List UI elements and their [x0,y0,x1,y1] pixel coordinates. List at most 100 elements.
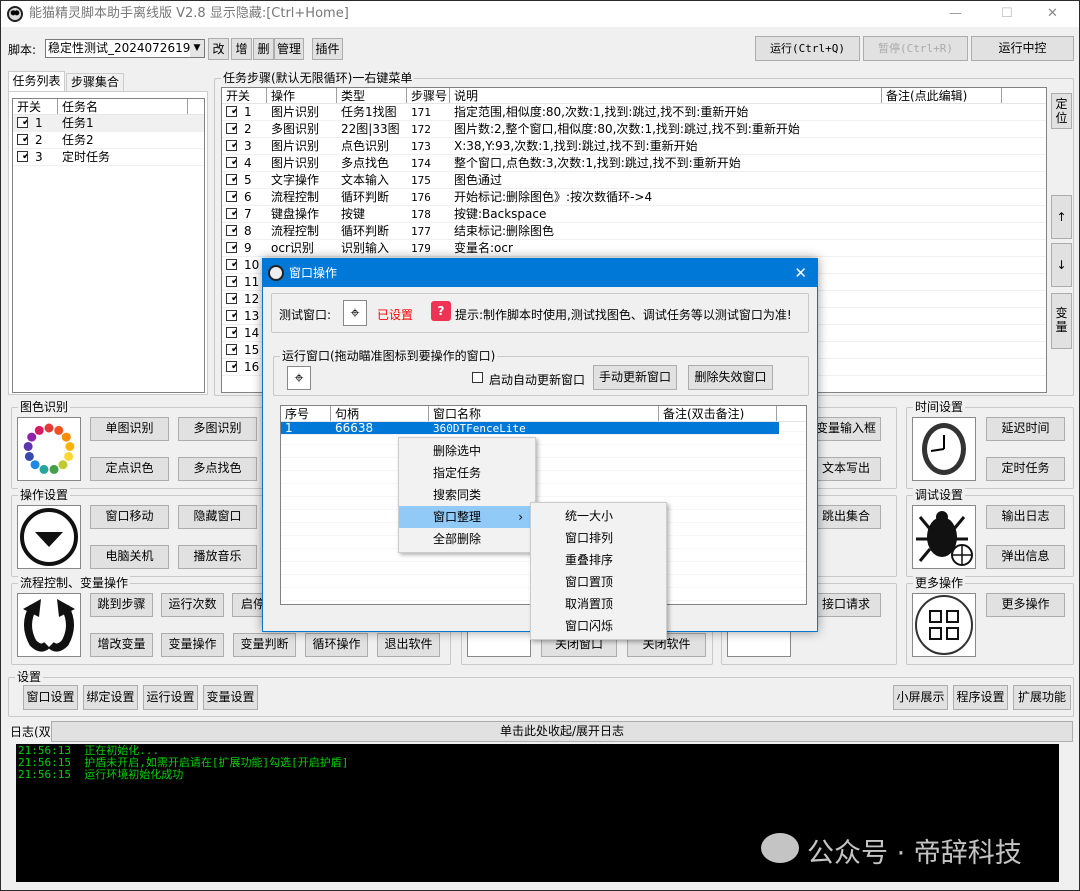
minimize-button[interactable]: — [949,1,962,27]
step-note[interactable] [882,121,1002,137]
checkbox-checked-icon[interactable]: ✔ [226,208,237,219]
log-scrollbar[interactable] [1059,744,1073,882]
step-row[interactable]: ✔4图片识别多点找色174整个窗口,点色数:3,次数:1,找到:跳过,找不到:重… [222,155,1046,172]
col-header-step-id[interactable]: 步骤号 [407,88,450,103]
multi-point-color-button[interactable]: 多点找色 [178,457,257,481]
checkbox-checked-icon[interactable]: ✔ [226,327,237,338]
context-menu-item[interactable]: 全部删除 [399,528,535,550]
context-menu-item[interactable]: 删除选中 [399,440,535,462]
step-note[interactable] [882,257,1002,273]
step-row[interactable]: ✔9ocr识别识别输入179变量名:ocr [222,240,1046,257]
checkbox-checked-icon[interactable]: ✔ [226,276,237,287]
step-note[interactable] [882,189,1002,205]
step-note[interactable] [882,104,1002,120]
run-settings-button[interactable]: 运行设置 [143,685,198,710]
col-header-index[interactable]: 序号 [281,406,331,421]
col-header-handle[interactable]: 句柄 [331,406,429,421]
delete-script-button[interactable]: 删 [253,38,274,60]
window-move-button[interactable]: 窗口移动 [90,505,169,529]
window-settings-button[interactable]: 窗口设置 [23,685,78,710]
col-header-note[interactable]: 备注(点此编辑) [882,88,1002,103]
step-switch[interactable]: ✔ 14 [222,325,267,341]
step-note[interactable] [882,172,1002,188]
hide-window-button[interactable]: 隐藏窗口 [178,505,257,529]
col-header-window-name[interactable]: 窗口名称 [429,406,659,421]
step-switch[interactable]: ✔2 [222,121,267,137]
submenu-item[interactable]: 统一大小 [531,505,666,527]
col-header-description[interactable]: 说明 [450,88,882,103]
pause-button[interactable]: 暂停(Ctrl+R) [863,36,968,61]
step-switch[interactable]: ✔7 [222,206,267,222]
manual-update-button[interactable]: 手动更新窗口 [593,365,677,390]
step-row[interactable]: ✔7键盘操作按键178按键:Backspace [222,206,1046,223]
checkbox-checked-icon[interactable]: ✔ [17,134,28,145]
crosshair-target-icon[interactable]: ⌖ [287,366,311,390]
multi-image-button[interactable]: 多图识别 [178,417,257,441]
tab-task-list[interactable]: 任务列表 [8,71,65,92]
col-header-type[interactable]: 类型 [337,88,407,103]
jump-step-button[interactable]: 跳到步骤 [90,593,153,617]
task-row[interactable]: ✔1任务1 [13,115,204,132]
col-header-switch[interactable]: 开关 [222,88,267,103]
move-down-button[interactable]: ↓ [1051,243,1072,287]
step-row[interactable]: ✔5文字操作文本输入175图色通过 [222,172,1046,189]
checkbox-checked-icon[interactable]: ✔ [226,242,237,253]
step-note[interactable] [882,308,1002,324]
manage-script-button[interactable]: 管理 [274,38,304,60]
variable-button[interactable]: 变量 [1051,293,1072,349]
context-menu-item[interactable]: 窗口整理 › [399,506,535,528]
step-row[interactable]: ✔1图片识别任务1找图171指定范围,相似度:80,次数:1,找到:跳过,找不到… [222,104,1046,121]
col-header-task-name[interactable]: 任务名 [58,99,188,114]
maximize-button[interactable]: ☐ [1001,1,1013,27]
step-note[interactable] [882,325,1002,341]
step-note[interactable] [882,206,1002,222]
step-switch[interactable]: ✔ 15 [222,342,267,358]
exit-software-button[interactable]: 退出软件 [377,633,440,657]
close-button[interactable]: ✕ [1047,1,1058,27]
step-switch[interactable]: ✔ 10 [222,257,267,273]
script-select[interactable]: 稳定性测试_2024072619191 ▼ [45,39,205,58]
step-switch[interactable]: ✔ 16 [222,359,267,375]
context-menu-item[interactable]: 指定任务 [399,462,535,484]
log-toggle-button[interactable]: 单击此处收起/展开日志 [51,721,1073,742]
play-music-button[interactable]: 播放音乐 [178,545,257,569]
checkbox-checked-icon[interactable]: ✔ [226,361,237,372]
checkbox-checked-icon[interactable]: ✔ [226,106,237,117]
small-screen-button[interactable]: 小屏展示 [893,685,948,710]
delay-time-button[interactable]: 延迟时间 [986,417,1065,441]
checkbox-checked-icon[interactable]: ✔ [226,123,237,134]
step-switch[interactable]: ✔3 [222,138,267,154]
crosshair-target-icon[interactable]: ⌖ [343,300,367,326]
step-note[interactable] [882,138,1002,154]
checkbox-checked-icon[interactable]: ✔ [17,117,28,128]
edit-script-button[interactable]: 改 [208,38,229,60]
checkbox-checked-icon[interactable]: ✔ [226,293,237,304]
step-switch[interactable]: ✔8 [222,223,267,239]
step-row[interactable]: ✔2多图识别22图|33图172图片数:2,整个窗口,相似度:80,次数:1,找… [222,121,1046,138]
step-switch[interactable]: ✔ 13 [222,308,267,324]
submenu-item[interactable]: 重叠排序 [531,549,666,571]
more-operations-button[interactable]: 更多操作 [986,593,1065,617]
variable-operation-button[interactable]: 变量操作 [161,633,224,657]
col-header-note[interactable]: 备注(双击备注) [659,406,777,421]
run-count-button[interactable]: 运行次数 [161,593,224,617]
checkbox-checked-icon[interactable]: ✔ [226,191,237,202]
checkbox-checked-icon[interactable]: ✔ [226,225,237,236]
step-switch[interactable]: ✔9 [222,240,267,256]
add-variable-button[interactable]: 增改变量 [90,633,153,657]
popup-info-button[interactable]: 弹出信息 [986,545,1065,569]
loop-operation-button[interactable]: 循环操作 [305,633,368,657]
step-note[interactable] [882,274,1002,290]
variable-settings-button[interactable]: 变量设置 [203,685,258,710]
col-header-operation[interactable]: 操作 [267,88,337,103]
program-settings-button[interactable]: 程序设置 [953,685,1008,710]
checkbox-checked-icon[interactable]: ✔ [226,140,237,151]
step-row[interactable]: ✔3图片识别点色识别173X:38,Y:93,次数:1,找到:跳过,找不到:重新… [222,138,1046,155]
step-row[interactable]: ✔8流程控制循环判断177结束标记:删除图色 [222,223,1046,240]
submenu-item[interactable]: 窗口置顶 [531,571,666,593]
step-switch[interactable]: ✔ 11 [222,274,267,290]
bind-settings-button[interactable]: 绑定设置 [83,685,138,710]
context-menu-item[interactable]: 搜索同类 [399,484,535,506]
point-color-button[interactable]: 定点识色 [90,457,169,481]
step-switch[interactable]: ✔5 [222,172,267,188]
